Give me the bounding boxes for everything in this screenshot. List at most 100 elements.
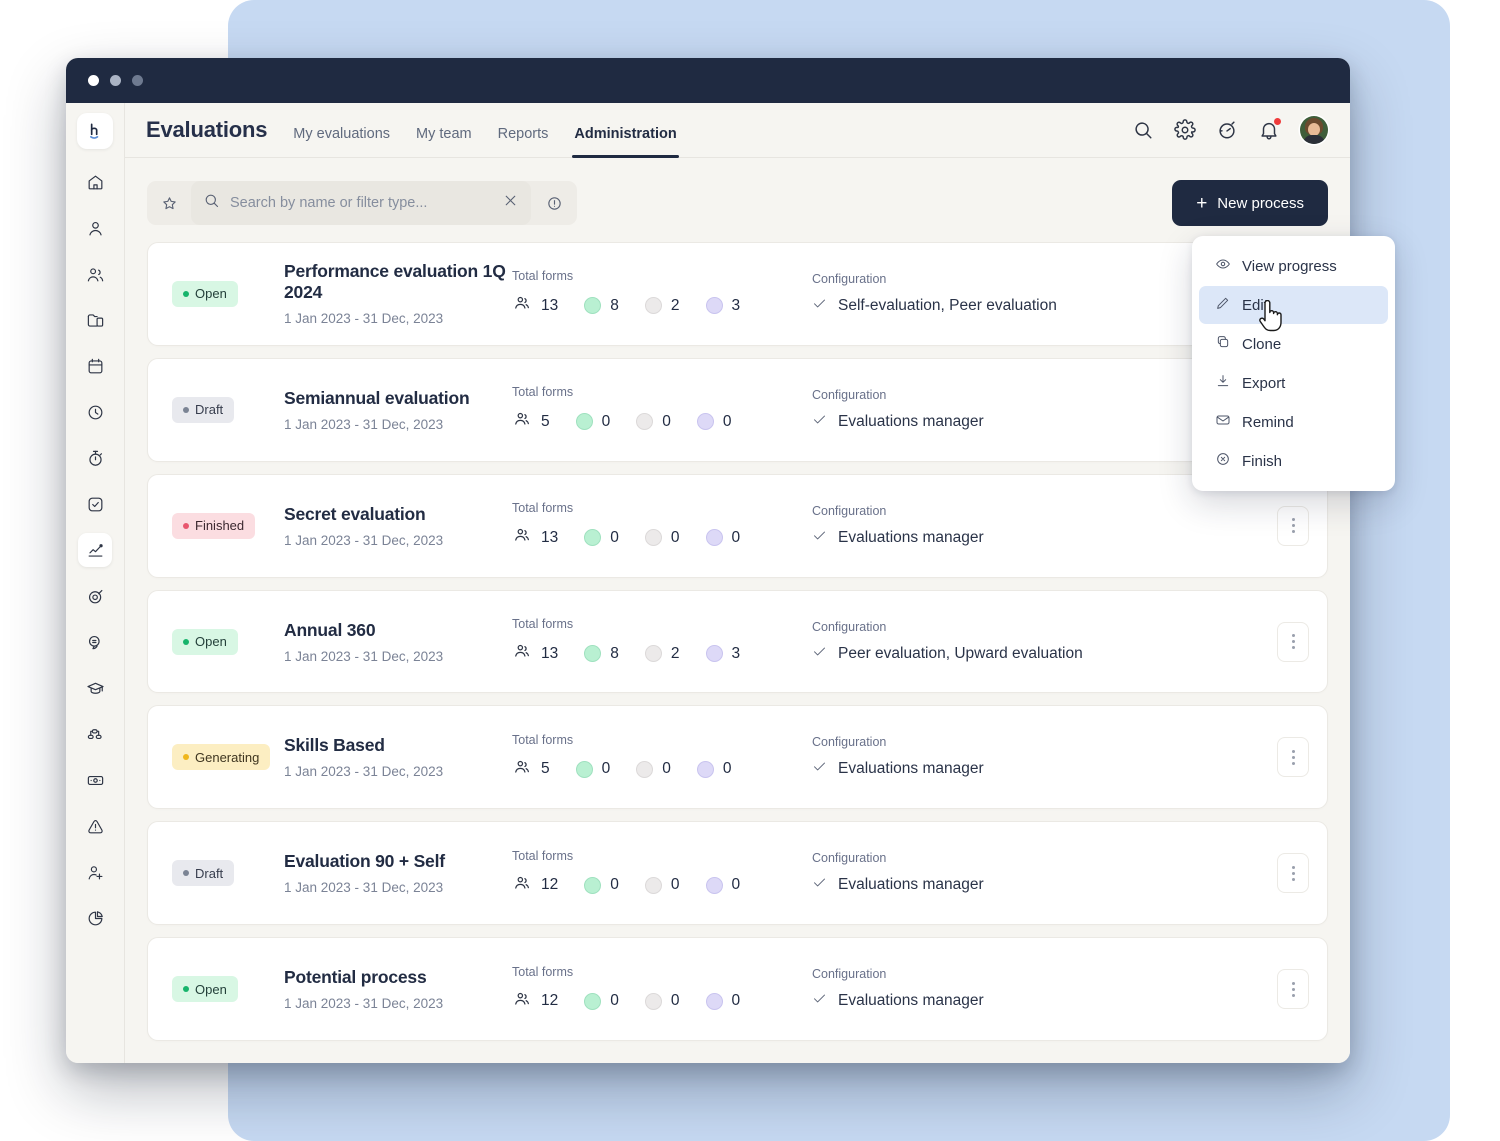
row-actions-button[interactable] — [1277, 505, 1309, 546]
menu-item-finish[interactable]: Finish — [1199, 442, 1388, 480]
sidebar-item-target[interactable] — [78, 579, 112, 613]
table-row[interactable]: Open Performance evaluation 1Q 2024 1 Ja… — [147, 242, 1328, 346]
sidebar-item-task-check[interactable] — [78, 487, 112, 521]
grey-count: 0 — [670, 992, 680, 1010]
table-row[interactable]: Draft Semiannual evaluation 1 Jan 2023 -… — [147, 357, 1328, 462]
status-cell: Open — [172, 628, 284, 655]
total-forms-label: Total forms — [512, 848, 574, 863]
menu-item-remind[interactable]: Remind — [1199, 403, 1388, 441]
stopwatch-icon[interactable] — [1216, 119, 1238, 141]
grey-count: 0 — [662, 412, 671, 430]
process-title[interactable]: Evaluation 90 + Self — [284, 851, 512, 872]
tab-my-team[interactable]: My team — [416, 127, 472, 158]
process-title[interactable]: Secret evaluation — [284, 504, 512, 525]
avatar[interactable] — [1300, 116, 1328, 144]
purple-status-circle — [705, 645, 723, 662]
process-title[interactable]: Skills Based — [284, 735, 512, 756]
sidebar-item-analytics[interactable] — [78, 533, 112, 567]
menu-item-export[interactable]: Export — [1199, 364, 1388, 402]
bell-icon[interactable] — [1258, 117, 1282, 141]
green-count: 0 — [601, 760, 611, 778]
window-close-dot[interactable] — [88, 75, 99, 86]
status-cell: Draft — [172, 396, 284, 423]
sidebar-item-payroll[interactable] — [78, 763, 112, 797]
configuration-label: Configuration — [812, 967, 887, 982]
status-badge: Generating — [172, 744, 271, 771]
process-title[interactable]: Annual 360 — [284, 620, 512, 641]
search-input[interactable] — [230, 195, 492, 211]
sidebar-item-clock[interactable] — [78, 395, 112, 429]
forms-cell: Total forms 5 0 0 0 — [512, 733, 812, 782]
process-title[interactable]: Potential process — [284, 967, 512, 988]
search-icon[interactable] — [1132, 119, 1154, 141]
process-date-range: 1 Jan 2023 - 31 Dec, 2023 — [284, 416, 444, 432]
green-status-circle — [584, 645, 602, 662]
sidebar-item-workflow[interactable] — [78, 717, 112, 751]
people-icon — [512, 989, 532, 1014]
forms-cell: Total forms 13 8 2 3 — [512, 617, 812, 666]
menu-item-edit[interactable]: Edit — [1199, 286, 1388, 324]
check-icon — [812, 412, 827, 432]
tab-my-evaluations[interactable]: My evaluations — [293, 127, 390, 158]
configuration-value: Evaluations manager — [838, 992, 984, 1010]
process-date-range: 1 Jan 2023 - 31 Dec, 2023 — [284, 532, 444, 548]
row-actions-button[interactable] — [1277, 853, 1309, 894]
tab-reports[interactable]: Reports — [498, 127, 549, 158]
green-status-circle — [575, 413, 593, 431]
people-icon — [512, 293, 532, 318]
title-cell: Annual 360 1 Jan 2023 - 31 Dec, 2023 — [284, 620, 512, 664]
star-icon[interactable] — [147, 195, 191, 212]
window-minimize-dot[interactable] — [110, 75, 121, 86]
new-process-label: New process — [1217, 194, 1304, 212]
sidebar-item-reports-pie[interactable] — [78, 901, 112, 935]
row-actions-button[interactable] — [1277, 737, 1309, 778]
sidebar-item-feedback[interactable] — [78, 625, 112, 659]
configuration-value: Evaluations manager — [838, 528, 984, 546]
sidebar-rail — [66, 103, 125, 1063]
check-icon — [812, 296, 827, 316]
sidebar-item-profile[interactable] — [78, 211, 112, 245]
purple-count: 0 — [722, 412, 732, 430]
close-icon[interactable] — [502, 192, 519, 214]
row-context-menu: View progress Edit Clone Export Remind F… — [1192, 236, 1395, 491]
process-title[interactable]: Semiannual evaluation — [284, 388, 512, 409]
search-field-wrap[interactable] — [191, 181, 531, 225]
menu-item-clone[interactable]: Clone — [1199, 325, 1388, 363]
configuration-cell: Configuration Evaluations manager — [812, 735, 1263, 779]
menu-item-view-progress[interactable]: View progress — [1199, 247, 1388, 285]
info-icon[interactable] — [531, 195, 577, 212]
new-process-button[interactable]: + New process — [1172, 180, 1328, 226]
gear-icon[interactable] — [1174, 119, 1196, 141]
people-icon — [512, 525, 532, 550]
sidebar-item-timer[interactable] — [78, 441, 112, 475]
table-row[interactable]: Open Annual 360 1 Jan 2023 - 31 Dec, 202… — [147, 589, 1328, 694]
row-actions-button[interactable] — [1277, 969, 1309, 1010]
sidebar-item-calendar[interactable] — [78, 349, 112, 383]
main-nav: My evaluations My team Reports Administr… — [293, 103, 680, 158]
table-row[interactable]: Open Potential process 1 Jan 2023 - 31 D… — [147, 937, 1328, 1042]
grey-status-circle — [636, 760, 654, 778]
status-cell: Finished — [172, 512, 284, 539]
sidebar-item-learning[interactable] — [78, 671, 112, 705]
tab-administration[interactable]: Administration — [572, 127, 680, 158]
sidebar-item-alert[interactable] — [78, 809, 112, 843]
app-logo[interactable] — [77, 113, 113, 149]
purple-count: 0 — [731, 528, 741, 546]
table-row[interactable]: Finished Secret evaluation 1 Jan 2023 - … — [147, 473, 1328, 578]
grey-count: 2 — [670, 644, 680, 662]
process-date-range: 1 Jan 2023 - 31 Dec, 2023 — [284, 764, 444, 780]
sidebar-item-folder[interactable] — [78, 303, 112, 337]
status-cell: Draft — [172, 860, 284, 887]
status-badge: Draft — [172, 396, 235, 423]
table-row[interactable]: Draft Evaluation 90 + Self 1 Jan 2023 - … — [147, 821, 1328, 926]
table-row[interactable]: Generating Skills Based 1 Jan 2023 - 31 … — [147, 705, 1328, 810]
sidebar-item-home[interactable] — [78, 165, 112, 199]
sidebar-item-people[interactable] — [78, 257, 112, 291]
process-title[interactable]: Performance evaluation 1Q 2024 — [284, 261, 512, 303]
window-maximize-dot[interactable] — [132, 75, 143, 86]
sidebar-item-add-user[interactable] — [78, 855, 112, 889]
total-forms-label: Total forms — [512, 964, 574, 979]
row-actions-button[interactable] — [1277, 621, 1309, 662]
configuration-label: Configuration — [812, 503, 887, 518]
configuration-value: Self-evaluation, Peer evaluation — [838, 296, 1057, 314]
